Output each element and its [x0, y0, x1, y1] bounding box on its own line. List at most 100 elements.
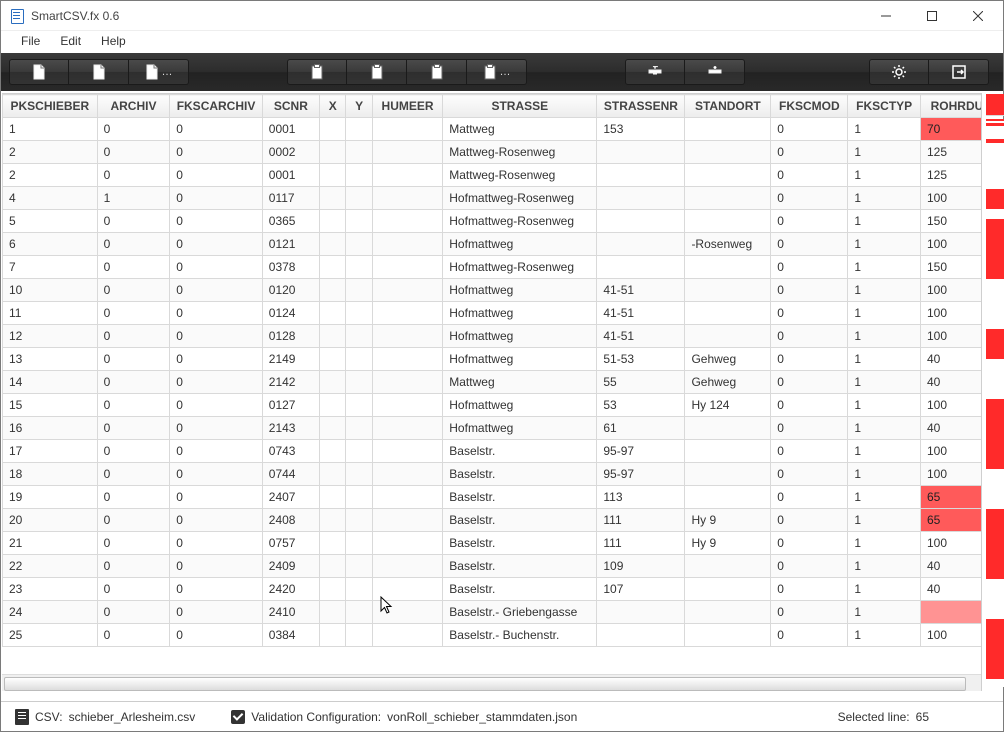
add-row-button[interactable] [685, 59, 745, 85]
cell[interactable] [320, 141, 346, 164]
cell[interactable] [372, 601, 442, 624]
table-row[interactable]: 24002410Baselstr.- Griebengasse01 [3, 601, 1003, 624]
cell[interactable] [685, 440, 771, 463]
table-row[interactable]: 13002149Hofmattweg51-53Gehweg0140 [3, 348, 1003, 371]
cell[interactable] [320, 233, 346, 256]
cell[interactable] [685, 164, 771, 187]
cell[interactable] [320, 417, 346, 440]
cell[interactable] [346, 463, 372, 486]
cell[interactable] [320, 394, 346, 417]
cell[interactable]: 0 [771, 394, 848, 417]
cell[interactable]: 0 [170, 210, 262, 233]
cell[interactable] [372, 417, 442, 440]
cell[interactable]: 7 [3, 256, 98, 279]
cell[interactable]: 0128 [262, 325, 319, 348]
cell[interactable]: 6 [3, 233, 98, 256]
cell[interactable]: 0757 [262, 532, 319, 555]
cell[interactable]: 4 [3, 187, 98, 210]
cell[interactable] [372, 463, 442, 486]
cell[interactable]: 0 [771, 371, 848, 394]
cell[interactable]: Mattweg-Rosenweg [443, 141, 597, 164]
cell[interactable] [320, 118, 346, 141]
file-more-button[interactable] [129, 59, 189, 85]
cell[interactable]: 0 [170, 141, 262, 164]
cell[interactable]: 0 [771, 325, 848, 348]
cell[interactable]: 1 [3, 118, 98, 141]
cell[interactable] [346, 624, 372, 647]
cell[interactable] [372, 210, 442, 233]
cell[interactable] [685, 555, 771, 578]
cell[interactable]: 0001 [262, 118, 319, 141]
cell[interactable]: 0 [170, 233, 262, 256]
table-row[interactable]: 20002408Baselstr.111Hy 90165 [3, 509, 1003, 532]
cell[interactable] [346, 371, 372, 394]
cell[interactable]: 1 [848, 210, 921, 233]
cell[interactable] [346, 440, 372, 463]
cell[interactable] [346, 302, 372, 325]
cell[interactable] [685, 463, 771, 486]
cell[interactable]: 153 [597, 118, 685, 141]
cell[interactable]: 0 [97, 417, 170, 440]
cell[interactable] [685, 141, 771, 164]
cell[interactable] [320, 624, 346, 647]
cell[interactable] [372, 348, 442, 371]
cell[interactable]: 0743 [262, 440, 319, 463]
cell[interactable]: 1 [848, 601, 921, 624]
cell[interactable] [320, 325, 346, 348]
cell[interactable]: Hofmattweg-Rosenweg [443, 256, 597, 279]
cell[interactable]: 0 [771, 348, 848, 371]
cell[interactable] [320, 578, 346, 601]
cell[interactable]: Gehweg [685, 371, 771, 394]
cell[interactable]: 20 [3, 509, 98, 532]
cell[interactable] [685, 486, 771, 509]
cell[interactable] [346, 555, 372, 578]
cell[interactable]: Baselstr. [443, 463, 597, 486]
cell[interactable]: Hofmattweg [443, 233, 597, 256]
clipboard-button-3[interactable] [407, 59, 467, 85]
cell[interactable]: 109 [597, 555, 685, 578]
cell[interactable] [372, 118, 442, 141]
cell[interactable]: 2420 [262, 578, 319, 601]
cell[interactable] [597, 187, 685, 210]
cell[interactable] [320, 279, 346, 302]
cell[interactable] [320, 601, 346, 624]
cell[interactable] [346, 601, 372, 624]
cell[interactable] [372, 164, 442, 187]
cell[interactable] [320, 256, 346, 279]
cell[interactable]: 1 [848, 325, 921, 348]
cell[interactable]: 2149 [262, 348, 319, 371]
cell[interactable]: 0 [771, 141, 848, 164]
cell[interactable]: 0 [97, 164, 170, 187]
cell[interactable]: Mattweg [443, 371, 597, 394]
table-row[interactable]: 23002420Baselstr.1070140 [3, 578, 1003, 601]
cell[interactable]: 107 [597, 578, 685, 601]
cell[interactable] [346, 233, 372, 256]
cell[interactable]: 21 [3, 532, 98, 555]
cell[interactable] [372, 440, 442, 463]
cell[interactable]: 0 [97, 578, 170, 601]
cell[interactable]: 0 [97, 325, 170, 348]
cell[interactable] [346, 118, 372, 141]
cell[interactable]: 0378 [262, 256, 319, 279]
column-header[interactable]: PKSCHIEBER [3, 95, 98, 118]
cell[interactable] [372, 555, 442, 578]
cell[interactable]: 0 [170, 187, 262, 210]
cell[interactable]: Baselstr. [443, 555, 597, 578]
cell[interactable]: 1 [848, 578, 921, 601]
cell[interactable]: 1 [848, 486, 921, 509]
cell[interactable]: 1 [848, 187, 921, 210]
cell[interactable]: Gehweg [685, 348, 771, 371]
cell[interactable] [372, 302, 442, 325]
table-row[interactable]: 22002409Baselstr.1090140 [3, 555, 1003, 578]
cell[interactable] [685, 256, 771, 279]
window-close-button[interactable] [955, 1, 1001, 31]
table-row[interactable]: 1000001Mattweg1530170 [3, 118, 1003, 141]
cell[interactable]: 0 [771, 578, 848, 601]
cell[interactable] [320, 164, 346, 187]
cell[interactable]: 19 [3, 486, 98, 509]
table-row[interactable]: 2000002Mattweg-Rosenweg01125 [3, 141, 1003, 164]
cell[interactable]: 0 [97, 624, 170, 647]
cell[interactable]: 1 [97, 187, 170, 210]
cell[interactable]: 0 [771, 509, 848, 532]
cell[interactable]: 0 [771, 118, 848, 141]
